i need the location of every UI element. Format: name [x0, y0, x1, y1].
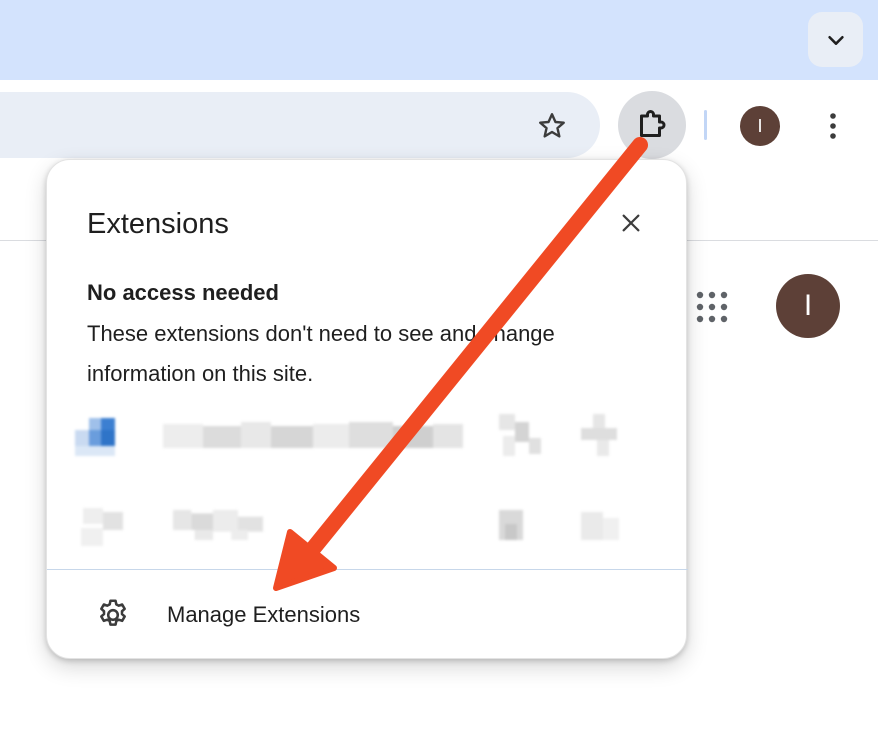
pin-extension-button[interactable]: [499, 414, 543, 458]
tab-strip: [0, 0, 878, 80]
manage-extensions-button[interactable]: Manage Extensions: [47, 570, 688, 658]
close-button[interactable]: [613, 205, 649, 241]
profile-button[interactable]: I: [740, 106, 780, 146]
extensions-popup: Extensions No access needed These extens…: [46, 159, 688, 659]
profile-initial: I: [757, 115, 763, 136]
more-vert-icon: [830, 113, 836, 139]
extension-icon: [75, 418, 115, 456]
address-bar[interactable]: [0, 92, 600, 158]
apps-button[interactable]: [688, 283, 736, 331]
puzzle-icon: [640, 110, 666, 137]
manage-extensions-label: Manage Extensions: [167, 602, 361, 627]
extension-options-button[interactable]: [581, 504, 625, 548]
account-avatar[interactable]: I: [776, 274, 840, 338]
tab-search-button[interactable]: [808, 12, 863, 67]
extensions-button[interactable]: [618, 91, 686, 159]
star-icon: [539, 113, 565, 138]
gear-icon: [100, 599, 126, 626]
apps-grid-icon: [696, 291, 728, 323]
close-icon: [622, 214, 640, 232]
extension-options-button[interactable]: [581, 414, 625, 458]
section-description: These extensions don't need to see and c…: [87, 321, 555, 386]
bookmark-button[interactable]: [532, 106, 572, 146]
account-initial: I: [803, 289, 813, 322]
extension-icon: [81, 508, 123, 546]
extension-item[interactable]: [75, 408, 655, 468]
extension-name: [173, 510, 263, 540]
pin-extension-button[interactable]: [499, 504, 543, 548]
browser-menu-button[interactable]: [815, 106, 851, 146]
extension-name: [163, 422, 463, 448]
extension-item[interactable]: [75, 498, 655, 558]
chevron-down-icon: [827, 35, 844, 45]
section-heading: No access needed: [87, 280, 279, 305]
toolbar-divider: [704, 110, 707, 140]
popup-title: Extensions: [87, 208, 229, 240]
